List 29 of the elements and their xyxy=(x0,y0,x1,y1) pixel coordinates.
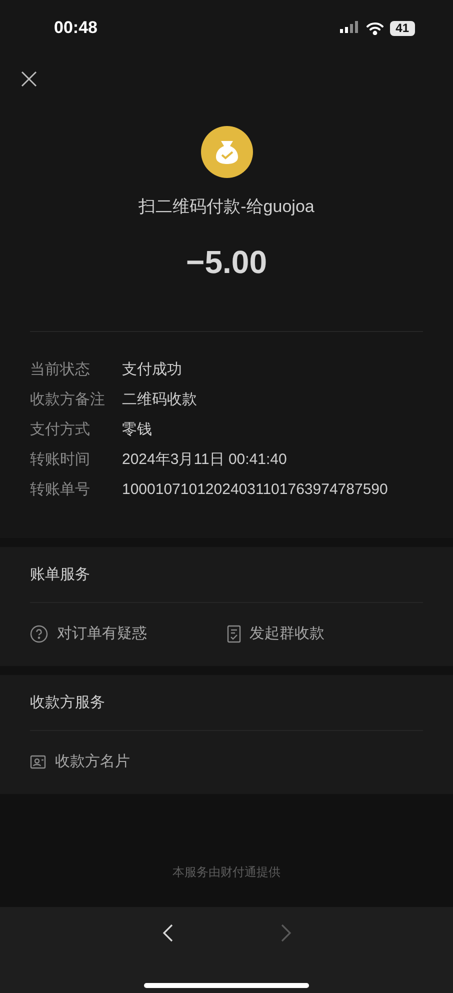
chevron-right-icon xyxy=(280,923,292,943)
section-title: 账单服务 xyxy=(29,564,91,584)
money-bag-icon xyxy=(200,126,252,178)
service-link[interactable]: 对订单有疑惑 xyxy=(30,623,226,646)
status-time: 00:48 xyxy=(54,17,98,40)
detail-value: 10001071012024031101763974787590 xyxy=(122,480,388,500)
detail-value: 二维码收款 xyxy=(122,390,197,410)
document-check-icon xyxy=(226,625,240,644)
payment-title: 扫二维码付款-给guojoa xyxy=(138,196,314,218)
contact-card-icon xyxy=(30,755,46,770)
detail-label: 收款方备注 xyxy=(30,390,106,410)
close-icon xyxy=(20,70,38,88)
detail-value: 支付成功 xyxy=(122,360,182,380)
wifi-icon xyxy=(366,22,384,34)
detail-label: 转账时间 xyxy=(30,450,91,470)
amount: −5.00 xyxy=(186,242,267,282)
section-title: 收款方服务 xyxy=(29,692,106,712)
chevron-left-icon xyxy=(162,923,174,943)
detail-label: 支付方式 xyxy=(30,420,91,440)
service-link[interactable]: 发起群收款 xyxy=(226,623,423,646)
detail-value: 2024年3月11日 00:41:40 xyxy=(122,450,287,470)
service-link[interactable]: 收款方名片 xyxy=(30,751,238,774)
footer-note: 本服务由财付通提供 xyxy=(172,864,280,881)
battery-indicator: 41 xyxy=(390,20,415,36)
question-icon xyxy=(30,625,48,644)
signal-icon xyxy=(340,21,360,35)
detail-label: 转账单号 xyxy=(30,480,91,500)
detail-value: 零钱 xyxy=(122,420,152,440)
detail-label: 当前状态 xyxy=(30,360,91,380)
